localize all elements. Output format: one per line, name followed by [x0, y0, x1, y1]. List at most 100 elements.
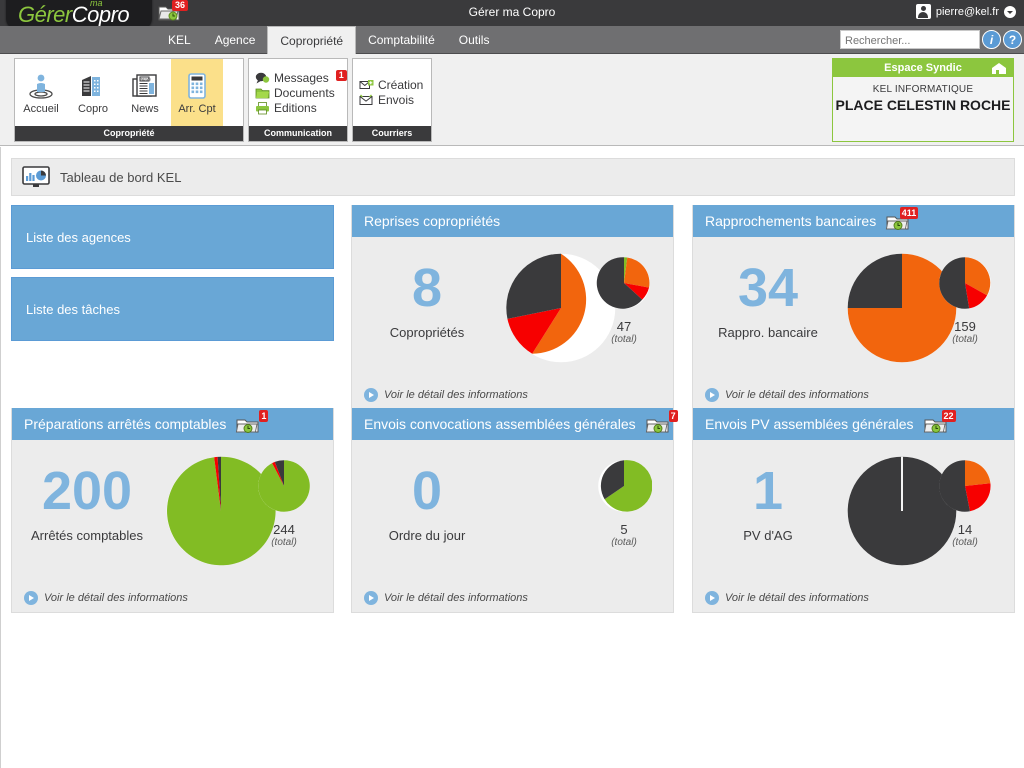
card-value: 1: [752, 461, 784, 521]
pie-total-label: (total): [611, 537, 637, 548]
card-title: Envois PV assemblées générales: [705, 416, 914, 432]
card-header-badge[interactable]: 22: [922, 410, 956, 434]
pie-total-value: 47: [616, 319, 632, 334]
card-header[interactable]: Reprises copropriétés: [352, 205, 673, 237]
card-detail-link[interactable]: Voir le détail des informations: [12, 584, 333, 612]
pie-chart-small: [258, 460, 310, 512]
card-badge-count: 7: [668, 410, 678, 422]
folder-badge-count: 36: [172, 0, 189, 11]
ribbon-toolbar: Accueil Copro NEWS News Arr. Cpt Copropr…: [0, 54, 1024, 146]
card-header-badge[interactable]: 1: [234, 410, 269, 434]
dashboard-title: Tableau de bord KEL: [60, 169, 182, 185]
card-detail-label: Voir le détail des informations: [44, 592, 188, 604]
ribbon-button-arr-cpt[interactable]: Arr. Cpt: [171, 59, 223, 126]
ribbon-item-editions[interactable]: Editions: [255, 101, 347, 115]
shortcut-label: Liste des agences: [26, 229, 131, 245]
card-value: 8: [411, 258, 443, 318]
search-box[interactable]: [840, 30, 980, 50]
pie-chart-small: [939, 460, 991, 512]
card-title: Rapprochements bancaires: [705, 213, 877, 229]
pie-total-label: (total): [271, 537, 297, 548]
help-icon[interactable]: ?: [1003, 30, 1022, 49]
card-value-label: Rappro. bancaire: [718, 325, 818, 340]
arrow-right-icon: [705, 591, 719, 605]
shortcut-liste-des-agences[interactable]: Liste des agences: [11, 205, 334, 269]
arrow-right-icon: [364, 388, 378, 402]
app-title: Gérer ma Copro: [468, 5, 556, 19]
card-detail-link[interactable]: Voir le détail des informations: [693, 381, 1014, 409]
ribbon-group-communication: Messages 1 Documents Editions Communicat…: [248, 58, 348, 142]
pie-chart-total-wrap: 47 (total): [589, 255, 659, 345]
ribbon-list: Création Envois: [353, 59, 427, 126]
ribbon-button-label: Arr. Cpt: [178, 102, 216, 115]
menu-item-comptabilite[interactable]: Comptabilité: [356, 26, 447, 54]
menu-item-kel[interactable]: KEL: [156, 26, 203, 54]
ribbon-group-courriers: Création Envois Courriers: [352, 58, 432, 142]
card-header-badge[interactable]: 7: [644, 410, 678, 434]
card-detail-link[interactable]: Voir le détail des informations: [693, 584, 1014, 612]
syndic-company: KEL INFORMATIQUE: [872, 84, 974, 95]
card-body: 34 Rappro. bancaire 159 (total): [693, 237, 1014, 381]
user-email: pierre@kel.fr: [935, 5, 999, 18]
content-area: Tableau de bord KEL Liste des agences Li…: [0, 147, 1024, 768]
logo-superscript: ma: [90, 0, 103, 8]
ribbon-item-label: Messages: [274, 70, 329, 85]
card-value-label: Ordre du jour: [388, 528, 466, 543]
ribbon-button-label: Accueil: [23, 102, 59, 115]
pie-chart-total-wrap: 5 (total): [589, 458, 659, 548]
card-value: 34: [737, 258, 799, 318]
card-body: 0 Ordre du jour 5 (total): [352, 440, 673, 584]
ribbon-button-accueil[interactable]: Accueil: [15, 59, 67, 126]
espace-syndic-title: Espace Syndic: [884, 62, 962, 74]
card-envois-convocations-ag: Envois convocations assemblées générales…: [351, 408, 678, 613]
ribbon-item-creation[interactable]: Création: [359, 78, 427, 92]
card-header[interactable]: Préparations arrêtés comptables 1: [12, 408, 333, 440]
ribbon-button-news[interactable]: NEWS News: [119, 59, 171, 126]
card-detail-label: Voir le détail des informations: [384, 389, 528, 401]
ribbon-list: Messages 1 Documents Editions: [249, 59, 347, 126]
card-body: 1 PV d'AG 14 (total): [693, 440, 1014, 584]
card-header[interactable]: Envois convocations assemblées générales…: [352, 408, 678, 440]
card-title: Préparations arrêtés comptables: [24, 416, 227, 432]
pie-chart-small: [598, 460, 653, 512]
chevron-down-icon[interactable]: [1004, 5, 1016, 18]
card-value: 0: [411, 461, 443, 521]
search-input[interactable]: [841, 32, 979, 50]
card-detail-label: Voir le détail des informations: [725, 389, 869, 401]
card-value-label: Copropriétés: [389, 325, 465, 340]
home-person-icon: [26, 71, 56, 101]
logo-text: GérerCopro: [18, 2, 130, 28]
card-detail-link[interactable]: Voir le détail des informations: [352, 584, 673, 612]
card-envois-pv-ag: Envois PV assemblées générales 22 1 PV d…: [692, 408, 1015, 613]
envelope-send-icon: [359, 93, 374, 107]
pie-total-value: 14: [957, 522, 973, 537]
card-value-label: PV d'AG: [743, 528, 793, 543]
menu-item-outils[interactable]: Outils: [447, 26, 502, 54]
ribbon-item-documents[interactable]: Documents: [255, 86, 347, 100]
ribbon-group-body: Messages 1 Documents Editions: [249, 59, 347, 126]
card-header-badge[interactable]: 411: [884, 207, 919, 231]
menu-item-copropriete[interactable]: Copropriété: [267, 26, 357, 54]
ribbon-group-title: Courriers: [353, 126, 431, 141]
card-header[interactable]: Rapprochements bancaires 411: [693, 205, 1014, 237]
info-icon[interactable]: i: [982, 30, 1001, 49]
card-detail-label: Voir le détail des informations: [384, 592, 528, 604]
pie-chart-small: [596, 257, 650, 309]
card-detail-label: Voir le détail des informations: [725, 592, 869, 604]
ribbon-group-body: Création Envois: [353, 59, 431, 126]
shortcut-liste-des-taches[interactable]: Liste des tâches: [11, 277, 334, 341]
folder-green-icon: [255, 86, 270, 100]
card-detail-link[interactable]: Voir le détail des informations: [352, 381, 673, 409]
ribbon-button-copro[interactable]: Copro: [67, 59, 119, 126]
card-header[interactable]: Envois PV assemblées générales 22: [693, 408, 1014, 440]
espace-syndic-panel[interactable]: Espace Syndic KEL INFORMATIQUE PLACE CEL…: [832, 58, 1014, 142]
user-menu[interactable]: pierre@kel.fr: [915, 4, 1016, 19]
syndic-name: PLACE CELESTIN ROCHE: [835, 97, 1011, 113]
ribbon-item-envois[interactable]: Envois: [359, 93, 427, 107]
espace-syndic-header: Espace Syndic: [833, 59, 1013, 77]
menu-item-agence[interactable]: Agence: [203, 26, 268, 54]
svg-text:NEWS: NEWS: [141, 77, 152, 81]
ribbon-group-copropriete: Accueil Copro NEWS News Arr. Cpt Copropr…: [14, 58, 244, 142]
ribbon-item-messages[interactable]: Messages 1: [255, 69, 347, 85]
envelope-add-icon: [359, 78, 374, 92]
